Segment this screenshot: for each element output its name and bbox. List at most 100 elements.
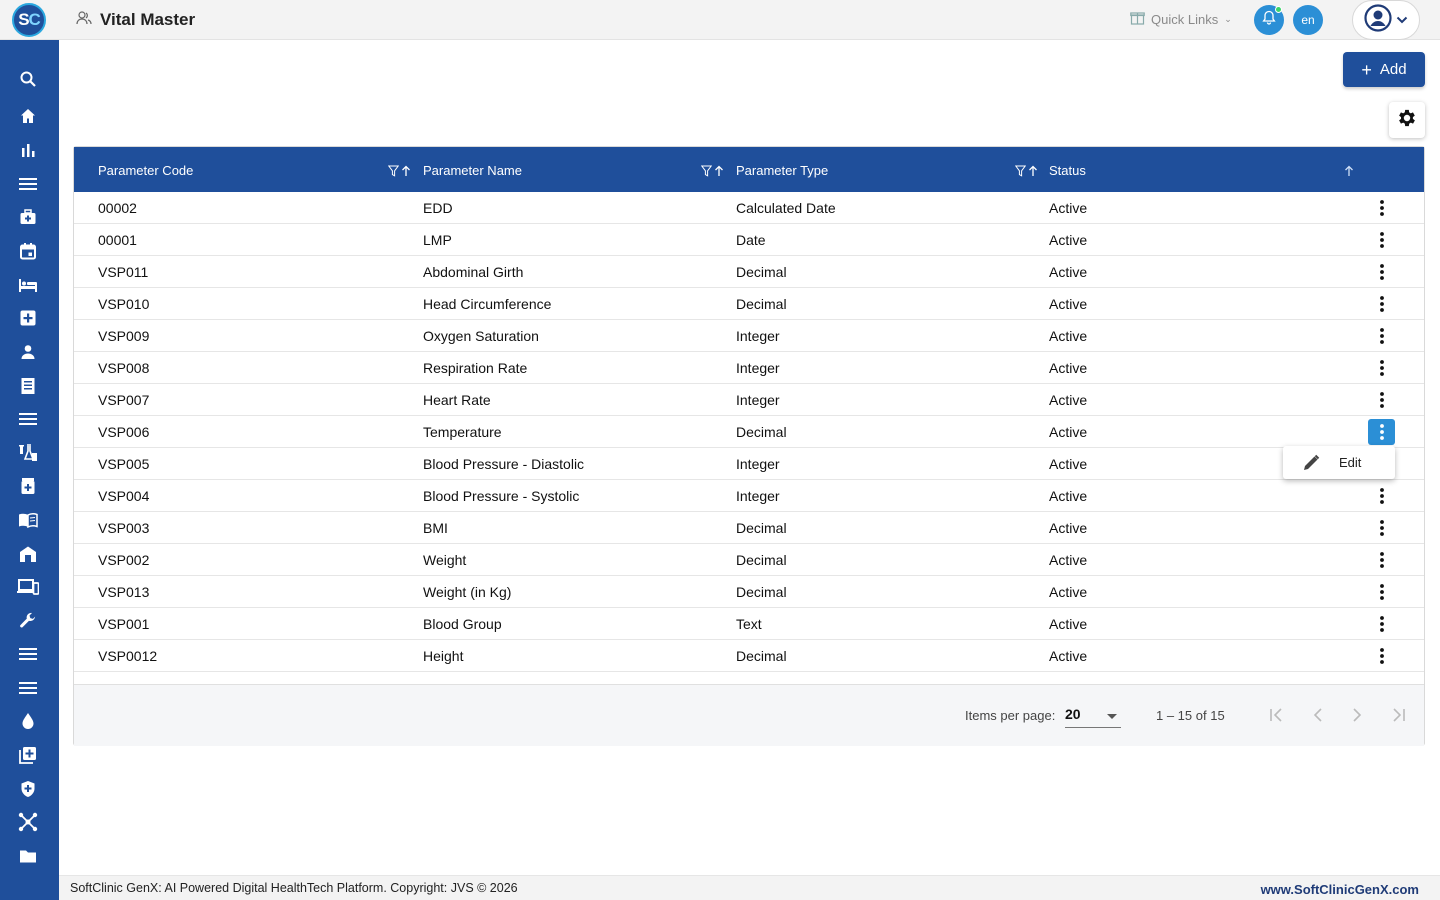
notifications-button[interactable] <box>1254 5 1284 35</box>
sidebar-item-search[interactable] <box>17 70 39 92</box>
edit-menu-item[interactable]: Edit <box>1283 446 1395 479</box>
sidebar-item-blood-drop[interactable] <box>17 712 39 734</box>
sidebar-item-menu-lines[interactable] <box>17 645 39 667</box>
sidebar-item-bar-chart[interactable] <box>17 141 39 163</box>
sidebar-item-lab-flask[interactable] <box>17 443 39 466</box>
quick-links-menu[interactable]: Quick Links ⌄ <box>1130 10 1232 28</box>
table-row[interactable]: VSP009 Oxygen Saturation Integer Active <box>74 320 1424 352</box>
row-actions-button[interactable] <box>1368 483 1395 509</box>
column-filter-sort-parameter-type[interactable] <box>1014 165 1038 180</box>
language-button[interactable]: en <box>1293 5 1323 35</box>
cell-parameter-code: 00001 <box>98 232 137 248</box>
row-actions-button[interactable] <box>1368 195 1395 221</box>
cell-parameter-type: Text <box>736 616 762 632</box>
row-actions-button[interactable] <box>1368 323 1395 349</box>
sidebar-item-menu-lines[interactable] <box>17 679 39 701</box>
cell-parameter-name: Weight (in Kg) <box>423 584 512 600</box>
sidebar-item-folder[interactable] <box>17 847 39 869</box>
row-actions-button[interactable] <box>1368 579 1395 605</box>
more-vertical-icon <box>1379 424 1384 440</box>
row-actions-button[interactable] <box>1368 515 1395 541</box>
column-sort-status[interactable] <box>1344 165 1354 180</box>
column-filter-sort-parameter-name[interactable] <box>700 165 724 180</box>
sidebar-item-pharmacy[interactable] <box>17 477 39 499</box>
cell-parameter-code: 00002 <box>98 200 137 216</box>
sidebar <box>0 40 59 900</box>
table-row[interactable]: VSP003 BMI Decimal Active <box>74 512 1424 544</box>
column-header-parameter-name[interactable]: Parameter Name <box>423 163 522 178</box>
column-header-parameter-code[interactable]: Parameter Code <box>98 163 193 178</box>
add-button[interactable]: + Add <box>1343 52 1425 87</box>
sidebar-item-add-box[interactable] <box>17 746 39 768</box>
table-settings-button[interactable] <box>1389 102 1425 138</box>
first-page-button[interactable] <box>1265 703 1289 727</box>
cell-parameter-code: VSP009 <box>98 328 150 344</box>
cell-parameter-type: Decimal <box>736 584 787 600</box>
filter-icon[interactable] <box>387 165 400 180</box>
row-actions-button[interactable] <box>1368 227 1395 253</box>
filter-icon[interactable] <box>1014 165 1027 180</box>
add-box-icon <box>19 746 37 769</box>
row-actions-button[interactable] <box>1368 643 1395 669</box>
row-actions-button[interactable] <box>1368 259 1395 285</box>
filter-icon[interactable] <box>700 165 713 180</box>
sort-arrow-up-icon[interactable] <box>714 165 724 180</box>
table-row[interactable]: VSP008 Respiration Rate Integer Active <box>74 352 1424 384</box>
sidebar-item-receipt[interactable] <box>17 377 39 399</box>
sidebar-item-shield[interactable] <box>17 780 39 802</box>
table-row[interactable]: VSP004 Blood Pressure - Systolic Integer Ac… <box>74 480 1424 512</box>
home-icon <box>19 107 37 130</box>
cell-parameter-type: Decimal <box>736 552 787 568</box>
column-header-parameter-type[interactable]: Parameter Type <box>736 163 828 178</box>
cell-parameter-code: VSP001 <box>98 616 150 632</box>
sidebar-item-person[interactable] <box>17 343 39 365</box>
table-row[interactable]: VSP013 Weight (in Kg) Decimal Active <box>74 576 1424 608</box>
row-actions-button[interactable] <box>1368 387 1395 413</box>
sidebar-item-network[interactable] <box>17 812 39 835</box>
sort-arrow-up-icon[interactable] <box>1028 165 1038 180</box>
cell-parameter-name: Blood Pressure - Systolic <box>423 488 580 504</box>
table-row[interactable]: VSP002 Weight Decimal Active <box>74 544 1424 576</box>
sidebar-item-home[interactable] <box>17 107 39 129</box>
row-actions-button[interactable] <box>1368 291 1395 317</box>
more-vertical-icon <box>1379 488 1384 504</box>
table-row[interactable]: VSP005 Blood Pressure - Diastolic Integer A… <box>74 448 1424 480</box>
table-row[interactable]: 00002 EDD Calculated Date Active <box>74 192 1424 224</box>
sidebar-item-hospital-plus[interactable] <box>17 309 39 331</box>
sidebar-item-bed[interactable] <box>17 276 39 298</box>
row-actions-button[interactable] <box>1368 355 1395 381</box>
column-header-status[interactable]: Status <box>1049 163 1086 178</box>
sidebar-item-devices[interactable] <box>17 578 40 600</box>
sidebar-item-medical-bag[interactable] <box>17 208 39 230</box>
cell-parameter-name: Weight <box>423 552 467 568</box>
user-menu-button[interactable] <box>1352 0 1420 40</box>
previous-page-button[interactable] <box>1306 703 1330 727</box>
sidebar-item-menu-lines[interactable] <box>17 410 39 432</box>
sidebar-item-menu-lines[interactable] <box>17 175 39 197</box>
sort-arrow-up-icon[interactable] <box>401 165 411 180</box>
sort-arrow-up-icon[interactable] <box>1344 165 1354 180</box>
chevron-right-icon <box>1353 708 1362 722</box>
table-row[interactable]: VSP007 Heart Rate Integer Active <box>74 384 1424 416</box>
table-row[interactable]: VSP001 Blood Group Text Active <box>74 608 1424 640</box>
row-actions-button[interactable] <box>1368 547 1395 573</box>
column-filter-sort-parameter-code[interactable] <box>387 165 411 180</box>
footer-website-link[interactable]: www.SoftClinicGenX.com <box>1261 882 1419 897</box>
row-actions-button[interactable] <box>1368 611 1395 637</box>
app-logo[interactable]: SC <box>12 3 46 37</box>
sidebar-item-book[interactable] <box>17 511 39 533</box>
items-per-page-label: Items per page: <box>965 708 1056 723</box>
table-row[interactable]: 00001 LMP Date Active <box>74 224 1424 256</box>
items-per-page-select[interactable]: 20 <box>1065 702 1121 728</box>
table-row[interactable]: VSP0012 Height Decimal Active <box>74 640 1424 672</box>
sidebar-item-wrench[interactable] <box>17 612 39 634</box>
sidebar-item-calendar[interactable] <box>17 242 39 264</box>
table-row[interactable]: VSP010 Head Circumference Decimal Active <box>74 288 1424 320</box>
table-row[interactable]: VSP011 Abdominal Girth Decimal Active <box>74 256 1424 288</box>
sidebar-item-store[interactable] <box>17 545 39 567</box>
table-row[interactable]: VSP006 Temperature Decimal Active <box>74 416 1424 448</box>
chevron-down-icon <box>1396 11 1408 29</box>
last-page-button[interactable] <box>1386 703 1410 727</box>
row-actions-button[interactable] <box>1368 419 1395 445</box>
next-page-button[interactable] <box>1345 703 1369 727</box>
